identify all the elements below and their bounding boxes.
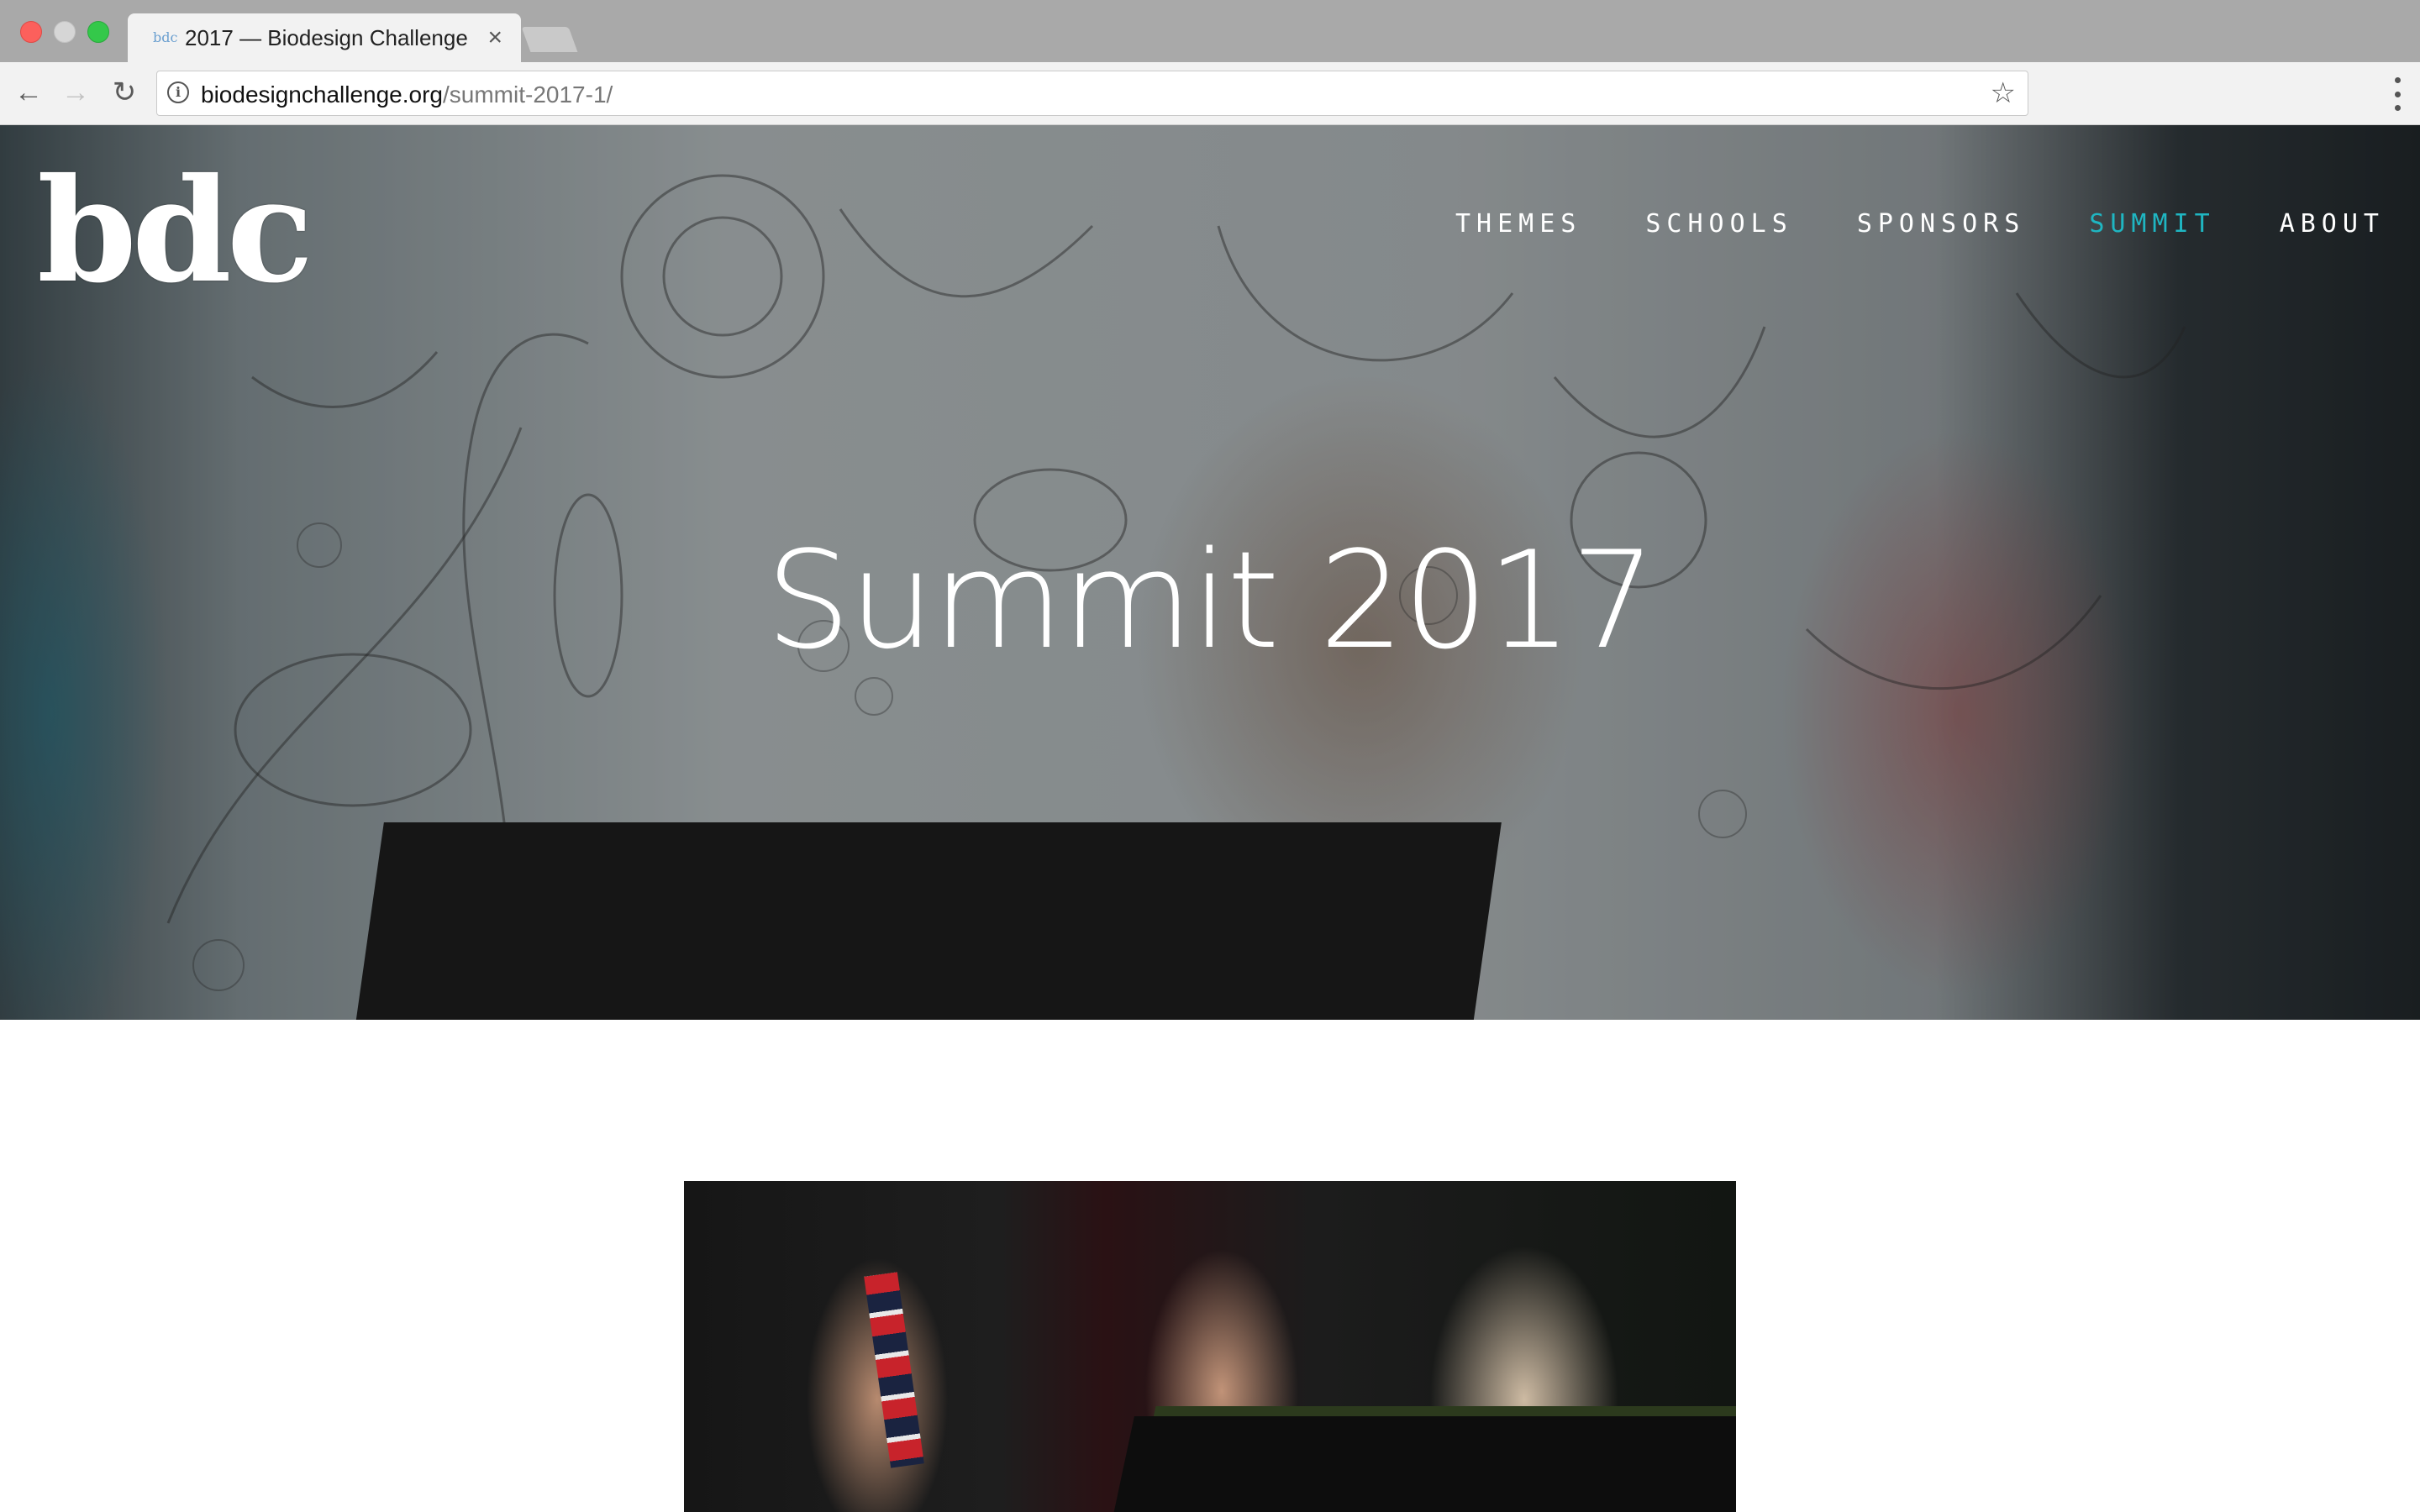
browser-tab[interactable]: bdc 2017 — Biodesign Challenge ×: [128, 13, 521, 62]
url-path: /summit-2017-1/: [443, 81, 613, 108]
favicon-icon: bdc: [153, 29, 178, 45]
tab-title: 2017 — Biodesign Challenge: [185, 25, 468, 50]
nav-item-sponsors[interactable]: SPONSORS: [1857, 209, 2026, 239]
maximize-window-button[interactable]: [87, 21, 109, 43]
photo-lectern: [1107, 1416, 1736, 1512]
menu-icon[interactable]: [2395, 77, 2402, 111]
page-title: Summit 2017: [765, 522, 1656, 679]
tab-close-icon[interactable]: ×: [487, 24, 502, 52]
site-logo[interactable]: bdc: [37, 160, 313, 302]
star-icon[interactable]: ☆: [1991, 76, 2016, 110]
nav-item-summit[interactable]: SUMMIT: [2089, 209, 2215, 239]
nav-item-about[interactable]: ABOUT: [2280, 209, 2385, 239]
new-tab-button[interactable]: [521, 27, 578, 52]
minimize-window-button[interactable]: [54, 21, 76, 43]
address-bar[interactable]: i biodesignchallenge.org/summit-2017-1/ …: [156, 71, 2028, 116]
nav-item-themes[interactable]: THEMES: [1455, 209, 1581, 239]
main-nav: THEMES SCHOOLS SPONSORS SUMMIT ABOUT: [1455, 209, 2385, 239]
reload-icon[interactable]: ↻: [108, 76, 141, 109]
nav-item-schools[interactable]: SCHOOLS: [1645, 209, 1792, 239]
info-icon[interactable]: i: [167, 81, 189, 103]
url-text[interactable]: biodesignchallenge.org/summit-2017-1/: [201, 81, 613, 108]
back-icon[interactable]: ←: [12, 76, 45, 109]
close-window-button[interactable]: [20, 21, 42, 43]
summit-photo: [684, 1181, 1736, 1512]
browser-toolbar: ← → ↻ i biodesignchallenge.org/summit-20…: [0, 62, 2420, 125]
hero-banner: bdc THEMES SCHOOLS SPONSORS SUMMIT ABOUT…: [0, 125, 2420, 1020]
browser-titlebar: bdc 2017 — Biodesign Challenge ×: [0, 0, 2420, 62]
url-host: biodesignchallenge.org: [201, 81, 443, 108]
photo-scarf: [864, 1272, 924, 1468]
forward-icon[interactable]: →: [59, 76, 92, 109]
